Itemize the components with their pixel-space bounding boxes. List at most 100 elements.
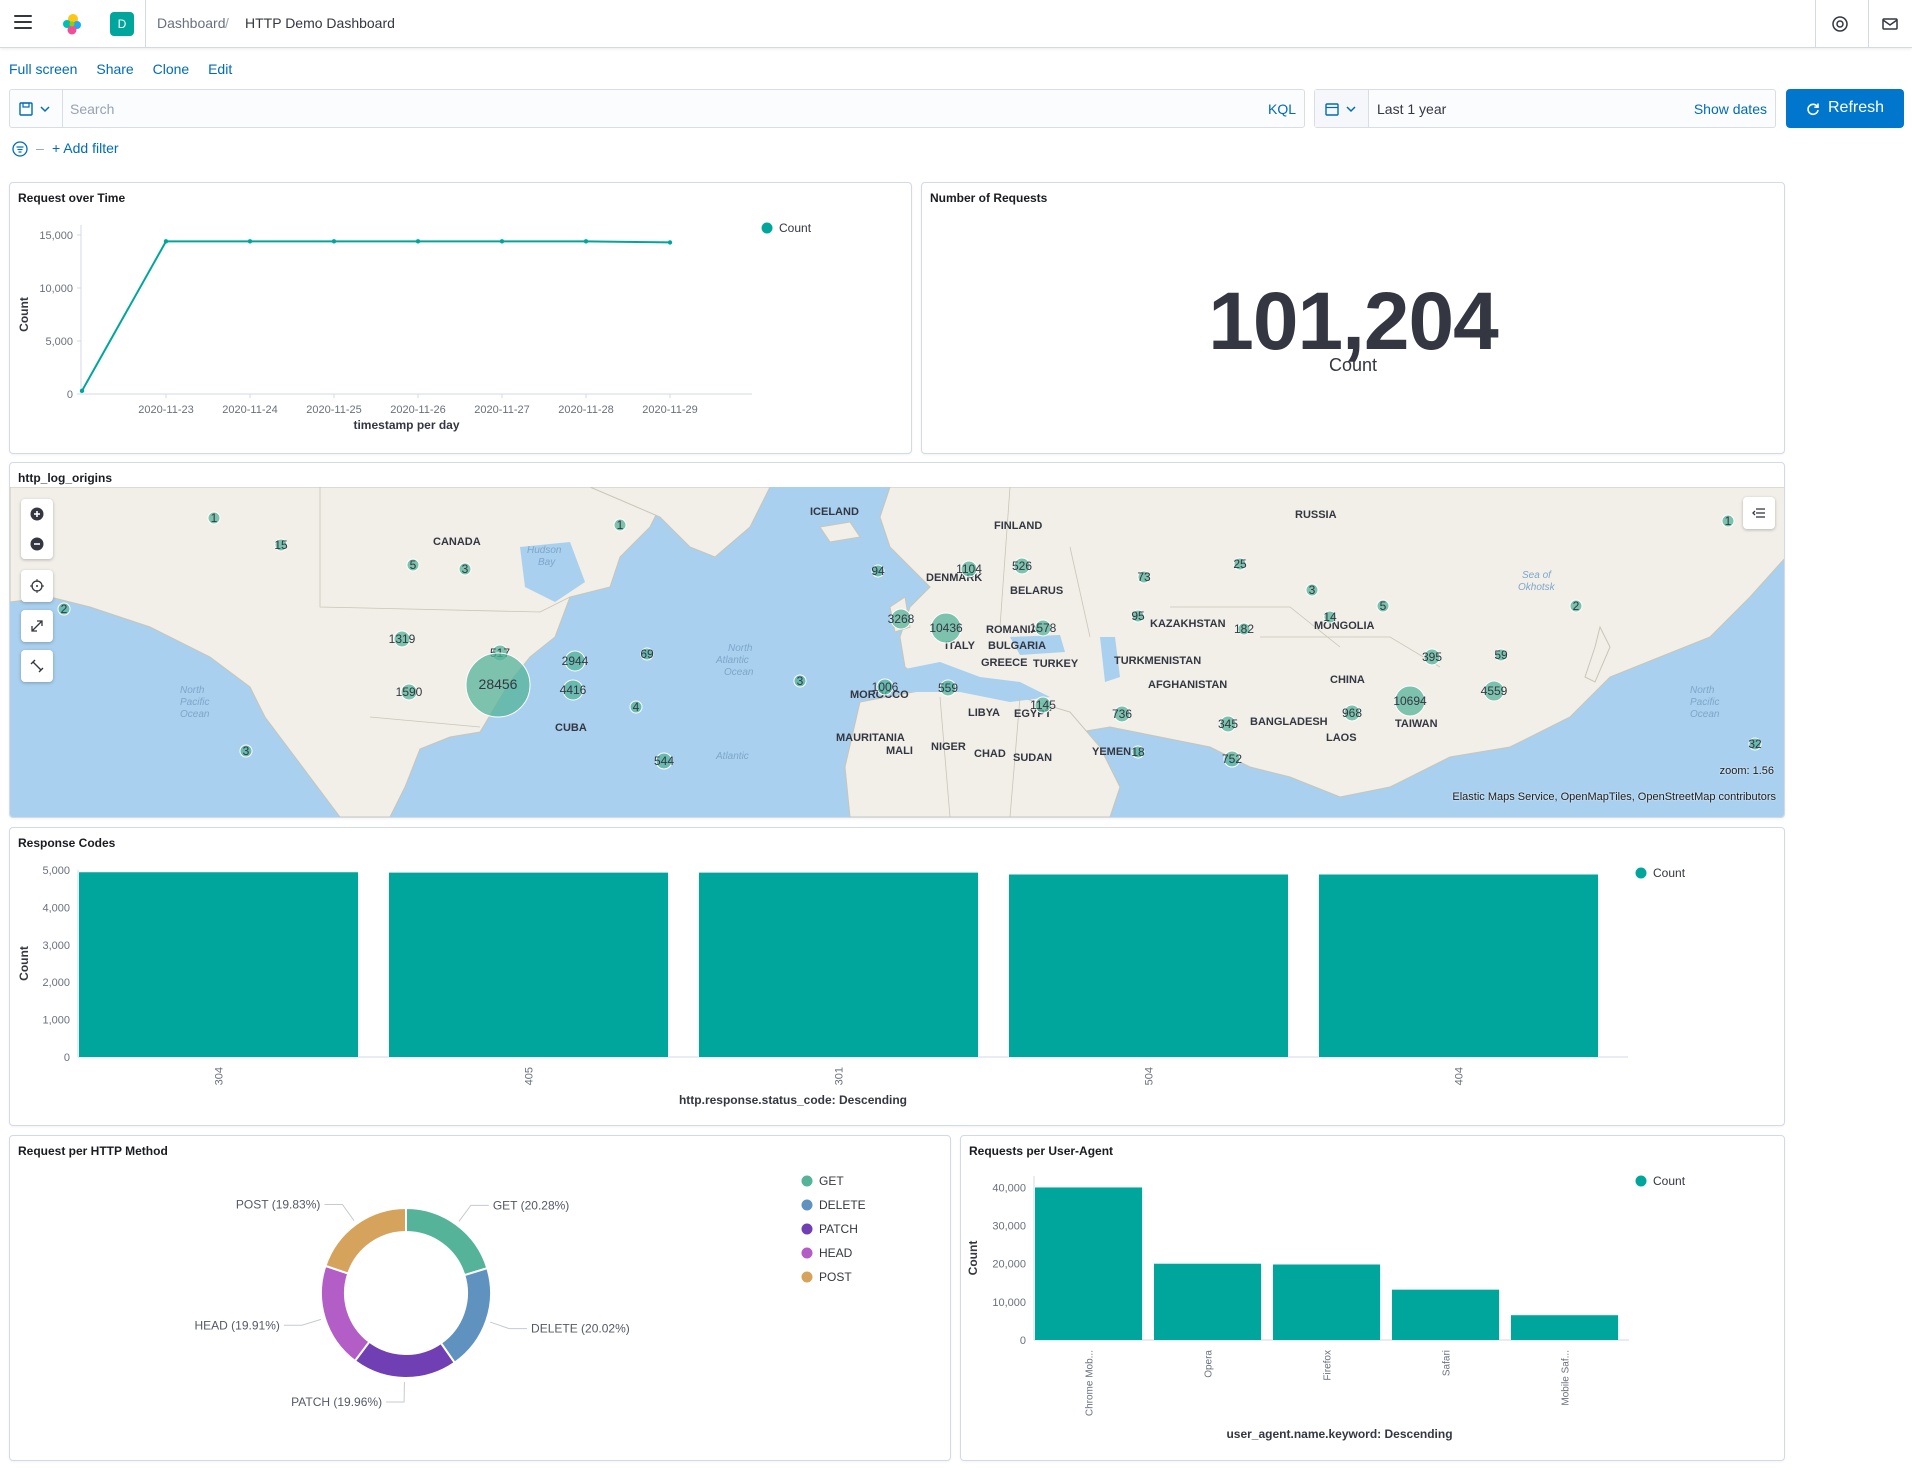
edit-link[interactable]: Edit (208, 61, 232, 77)
share-link[interactable]: Share (96, 61, 133, 77)
layer-control-button[interactable] (1743, 497, 1775, 529)
user-agent-chart: 0 10,000 20,000 30,000 40,000 Chrome Mob... Op… (966, 1174, 1686, 1441)
map-label-sea-okhotsk-2: Okhotsk (1518, 582, 1556, 593)
map-label-finland: FINLAND (994, 520, 1042, 532)
map-label-greece: GREECE (981, 657, 1027, 669)
x-tick-label: 2020-11-27 (474, 404, 529, 416)
y-tick-label: 30,000 (992, 1221, 1026, 1233)
map-cluster-label: 10694 (1393, 694, 1427, 708)
slice-leader-line (386, 1381, 405, 1403)
calendar-icon (1325, 103, 1356, 116)
show-dates-link[interactable]: Show dates (1694, 101, 1767, 117)
map-cluster-label: 1590 (396, 685, 423, 699)
legend-swatch (801, 1271, 813, 1283)
elastic-logo-icon[interactable] (60, 12, 84, 36)
newsfeed-icon[interactable] (1880, 14, 1900, 34)
filter-options-icon[interactable] (12, 141, 28, 157)
map-cluster-label: 15 (274, 538, 288, 552)
set-view-button[interactable] (21, 570, 53, 602)
layer-list-icon (1752, 508, 1765, 518)
add-filter-button[interactable]: + Add filter (52, 140, 119, 156)
map-label-chad: CHAD (974, 748, 1006, 760)
map-label-laos: LAOS (1326, 732, 1357, 744)
legend-label: HEAD (819, 1246, 853, 1260)
quick-menu-button[interactable] (1315, 90, 1369, 127)
panel-response-codes: Response Codes 0 1,000 2,000 3,000 4,000 5,00… (9, 827, 1785, 1126)
bar (1154, 1263, 1262, 1340)
map-label-north-pacific-east-3: Ocean (1690, 709, 1720, 720)
map-cluster-label: 73 (1137, 570, 1151, 584)
map-cluster-label: 1145 (1030, 698, 1056, 712)
series-line (81, 240, 671, 392)
map-cluster-label: 2 (1573, 599, 1580, 613)
map-cluster-label: 182 (1234, 622, 1254, 636)
legend-swatch (801, 1199, 813, 1211)
header-divider (1815, 0, 1816, 48)
bar (1035, 1187, 1143, 1340)
map-label-china: CHINA (1330, 674, 1365, 686)
map-label-russia: RUSSIA (1295, 509, 1337, 521)
map-cluster-label: 25 (1233, 557, 1247, 571)
x-tick-label: Chrome Mob... (1085, 1350, 1096, 1416)
slice-label: GET (20.28%) (493, 1198, 569, 1212)
map-attribution[interactable]: Elastic Maps Service, OpenMapTiles, Open… (1452, 791, 1776, 803)
legend-swatch (1635, 867, 1647, 879)
full-screen-link[interactable]: Full screen (9, 61, 77, 77)
legend-label: GET (819, 1174, 844, 1188)
map-label-turkmenistan: TURKMENISTAN (1114, 655, 1201, 667)
x-axis-title: timestamp per day (353, 418, 459, 432)
map-label-sea-okhotsk: Sea of (1522, 570, 1552, 581)
legend-swatch (761, 222, 773, 234)
breadcrumb-dashboard[interactable]: Dashboard (157, 15, 226, 31)
line-chart: 0 5,000 10,000 15,000 2020-11-23 2020-11-24 20… (17, 221, 812, 432)
clone-link[interactable]: Clone (153, 61, 190, 77)
map-label-north-pacific-2: Pacific (180, 697, 209, 708)
map-cluster-label: 1578 (1030, 621, 1057, 635)
x-axis-title: http.response.status_code: Descending (679, 1093, 907, 1107)
world-map: CANADA ICELAND FINLAND RUSSIA DENMARK BE… (10, 487, 1784, 817)
time-range-display[interactable]: Last 1 year (1377, 101, 1446, 117)
draw-tools-button[interactable] (21, 650, 53, 682)
map-label-atlantic: Atlantic (715, 751, 749, 762)
x-tick-label: Firefox (1323, 1350, 1334, 1381)
legend-swatch (801, 1175, 813, 1187)
kql-toggle[interactable]: KQL (1268, 101, 1296, 117)
help-icon[interactable] (1830, 14, 1850, 34)
saved-query-button[interactable] (10, 90, 63, 127)
zoom-out-icon[interactable] (30, 537, 44, 551)
x-tick-label: Opera (1204, 1350, 1215, 1378)
header-divider (145, 0, 146, 48)
slice-leader-line (324, 1203, 355, 1222)
panel-title: http_log_origins (18, 471, 112, 485)
map-label-north-pacific-east: North (1690, 685, 1715, 696)
menu-icon[interactable] (14, 15, 32, 31)
y-tick-label: 2,000 (42, 977, 70, 989)
fullscreen-map-button[interactable] (21, 610, 53, 642)
space-avatar[interactable]: D (110, 12, 134, 36)
panel-requests-per-user-agent: Requests per User-Agent 0 10,000 20,000 30,… (960, 1135, 1785, 1461)
map-label-mauritania: MAURITANIA (836, 732, 905, 744)
zoom-in-icon[interactable] (30, 507, 44, 521)
map-cluster-label: 5 (1380, 599, 1387, 613)
search-input[interactable]: Search (70, 101, 114, 117)
map-label-north-atlantic-3: Ocean (724, 667, 754, 678)
map-canvas[interactable]: CANADA ICELAND FINLAND RUSSIA DENMARK BE… (10, 487, 1784, 817)
refresh-button[interactable]: Refresh (1786, 89, 1904, 128)
map-cluster-label: 4 (633, 700, 640, 714)
map-label-north-pacific: North (180, 685, 205, 696)
data-point (499, 239, 505, 244)
top-nav-actions: Full screen Share Clone Edit (9, 61, 247, 77)
y-tick-label: 3,000 (42, 940, 70, 952)
map-cluster-label: 94 (871, 564, 885, 578)
map-label-turkey: TURKEY (1033, 658, 1079, 670)
map-zoom-level: zoom: 1.56 (1719, 765, 1774, 777)
pie-slice (324, 1206, 407, 1275)
y-axis-title: Count (966, 1241, 980, 1276)
y-tick-label: 0 (1020, 1335, 1026, 1347)
crosshair-icon (30, 579, 44, 593)
map-label-libya: LIBYA (968, 707, 1000, 719)
bar (1511, 1315, 1619, 1340)
x-tick-label: 2020-11-28 (558, 404, 613, 416)
map-cluster-label: 3 (1309, 583, 1316, 597)
http-method-donut-chart: GET (20.28%) DELETE (20.02%) PATCH (19.96%… (195, 1174, 866, 1409)
